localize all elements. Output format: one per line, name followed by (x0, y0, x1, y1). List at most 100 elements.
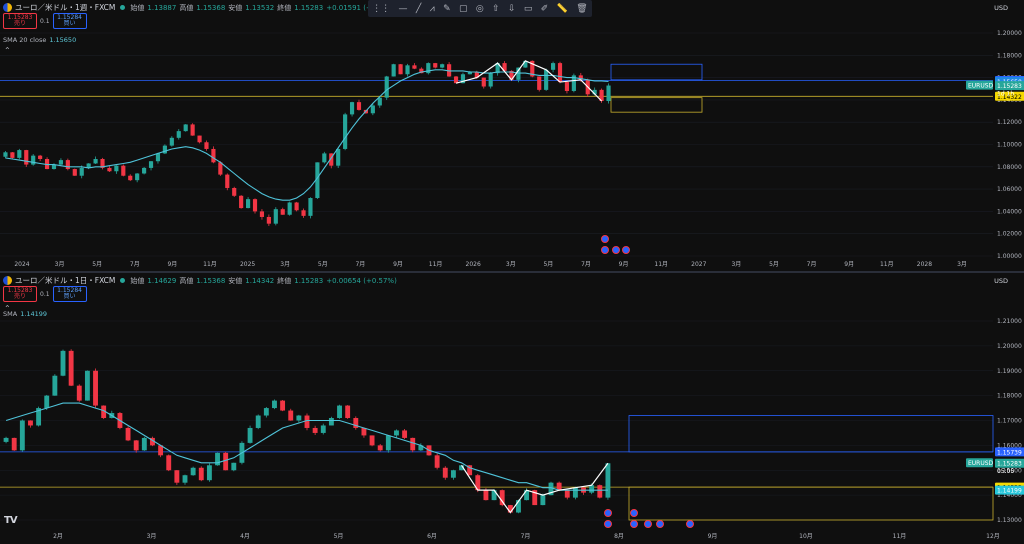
sell-button[interactable]: 1.15283 売り (3, 286, 37, 302)
brush-icon[interactable]: ✎ (443, 4, 451, 14)
symbol-tag-label: EURUSD (968, 83, 994, 90)
daily-chart-canvas[interactable]: 1.210001.200001.190001.180001.170001.160… (0, 273, 1024, 544)
candle (345, 405, 351, 419)
countdown-label: 05:05 (997, 468, 1014, 475)
market-open-icon (120, 278, 126, 283)
candle (58, 160, 63, 165)
sell-button[interactable]: 1.15283 売り (3, 13, 37, 29)
candle (296, 415, 302, 421)
open-value: 1.13887 (147, 3, 177, 12)
weekly-chart-canvas[interactable]: 1.200001.180001.160001.140001.120001.100… (0, 0, 1024, 272)
candle (280, 209, 285, 215)
polyline-icon[interactable]: ⩘ (430, 4, 435, 14)
eurusd-flag-icon (3, 276, 12, 285)
candle (564, 82, 570, 91)
legend-header: ユーロ／米ドル・1日・FXCM 始値 1.14629 高値 1.15368 安値 1.… (3, 275, 397, 286)
buy-button[interactable]: 1.15284 買い (52, 286, 87, 302)
sma-value: 1.14199 (20, 310, 48, 318)
candle (328, 418, 334, 426)
x-tick-label: 5月 (543, 261, 553, 268)
candle (246, 199, 251, 209)
candle (391, 64, 396, 77)
circle-icon[interactable]: ◎ (476, 4, 484, 14)
buy-button[interactable]: 1.15284 買い (52, 13, 87, 29)
sma-legend[interactable]: SMA 1.14199 (3, 310, 47, 318)
x-tick-label: 2月 (53, 533, 63, 540)
x-tick-label: 12月 (986, 533, 1000, 540)
trend-line-icon[interactable]: ╱ (416, 4, 421, 14)
candle (176, 131, 181, 138)
candle (206, 465, 212, 481)
candle (483, 490, 489, 501)
spread-value: 0.1 (40, 290, 50, 298)
candle (142, 167, 147, 174)
candle (343, 114, 348, 149)
ruler-icon[interactable]: 📏 (557, 4, 568, 14)
collapse-chevron-icon[interactable]: ⌃ (4, 46, 11, 55)
symbol-title[interactable]: ユーロ／米ドル・1週・FXCM (15, 2, 115, 13)
close-value: 1.15283 (294, 3, 324, 12)
cursor-icon[interactable]: — (399, 4, 408, 14)
event-marker-icon (604, 520, 612, 528)
candle (24, 150, 29, 165)
y-tick-label: 1.10000 (997, 142, 1022, 149)
candle (557, 63, 563, 83)
tradingview-logo: TV (4, 515, 18, 526)
candle (231, 462, 237, 471)
x-tick-label: 3月 (957, 261, 967, 268)
y-tick-label: 1.20000 (997, 343, 1022, 350)
candle (336, 148, 341, 166)
x-tick-label: 3月 (147, 533, 157, 540)
candle (232, 187, 237, 196)
event-marker-icon (601, 235, 609, 243)
pencil-icon[interactable]: ✐ (541, 4, 549, 14)
candle (125, 427, 131, 441)
x-tick-label: 7月 (355, 261, 365, 268)
candle (44, 395, 50, 409)
y-tick-label: 1.17000 (997, 418, 1022, 425)
trash-icon[interactable]: 🗑 (576, 4, 587, 14)
sma-legend[interactable]: SMA 20 close 1.15650 (3, 36, 76, 44)
rectangle-icon[interactable]: ▢ (459, 4, 468, 14)
change-value: +0.00654 (+0.57%) (326, 276, 397, 285)
sma-label: SMA (3, 310, 18, 318)
candle (93, 158, 98, 164)
drag-handle-icon[interactable]: ⋮⋮ (372, 4, 390, 14)
currency-label: USD (994, 277, 1008, 285)
candle (198, 467, 204, 481)
low-label: 安値 (228, 276, 243, 285)
x-tick-label: 2024 (14, 261, 29, 268)
candle (337, 405, 342, 419)
x-tick-label: 3月 (506, 261, 516, 268)
price-axis (993, 273, 1024, 544)
high-value: 1.15368 (196, 3, 226, 12)
candle (385, 435, 391, 451)
candle (174, 470, 180, 483)
countdown-label: 1d 1h (997, 91, 1014, 98)
drawing-toolbar: ⋮⋮ — ╱ ⩘ ✎ ▢ ◎ ⇧ ⇩ ▭ ✐ 📏 🗑 (368, 0, 592, 17)
callout-icon[interactable]: ▭ (524, 4, 533, 14)
daily-chart-pane[interactable]: 1.21000 1.20000 1.19000 1.18000 1.17000 1.160… (0, 273, 1024, 544)
x-tick-label: 3月 (55, 261, 65, 268)
candle (320, 425, 326, 433)
symbol-tag-label: EURUSD (968, 460, 994, 467)
arrow-down-icon[interactable]: ⇩ (508, 4, 516, 14)
candle (597, 485, 603, 498)
arrow-up-icon[interactable]: ⇧ (492, 4, 500, 14)
weekly-chart-pane[interactable]: 1.200001.180001.160001.140001.120001.100… (0, 0, 1024, 272)
x-tick-label: 5月 (92, 261, 102, 268)
y-tick-label: 1.06000 (997, 186, 1022, 193)
close-label: 終値 (277, 3, 292, 12)
candle (11, 437, 17, 451)
x-tick-label: 9月 (167, 261, 177, 268)
candle (263, 408, 269, 416)
candle (312, 427, 318, 433)
candle (412, 65, 417, 69)
candle (287, 202, 292, 215)
candle (377, 445, 383, 451)
candle (481, 77, 486, 87)
candle (183, 124, 188, 132)
symbol-title[interactable]: ユーロ／米ドル・1日・FXCM (15, 275, 115, 286)
eurusd-flag-icon (3, 3, 12, 12)
candle (148, 161, 154, 168)
